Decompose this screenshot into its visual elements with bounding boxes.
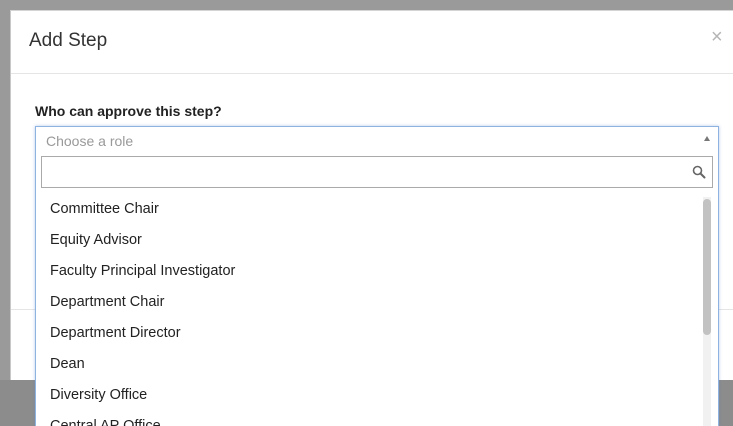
role-select-dropdown[interactable]: Choose a role Committee Chair Equity Adv… <box>35 126 719 426</box>
approver-question-label: Who can approve this step? <box>35 103 222 119</box>
role-search-field[interactable] <box>41 156 713 188</box>
scrollbar-thumb[interactable] <box>703 199 711 335</box>
options-scrollbar[interactable] <box>703 197 711 426</box>
modal-title: Add Step <box>29 30 108 51</box>
role-option[interactable]: Committee Chair <box>36 194 701 225</box>
role-search-input[interactable] <box>48 157 692 187</box>
role-option[interactable]: Dean <box>36 349 701 380</box>
search-icon <box>692 165 706 179</box>
role-option[interactable]: Equity Advisor <box>36 225 701 256</box>
role-select-placeholder[interactable]: Choose a role <box>46 133 133 149</box>
role-options-list: Committee Chair Equity Advisor Faculty P… <box>36 194 701 426</box>
caret-up-icon[interactable] <box>704 136 710 141</box>
role-option[interactable]: Central AP Office <box>36 411 701 426</box>
role-option[interactable]: Faculty Principal Investigator <box>36 256 701 287</box>
role-option[interactable]: Department Director <box>36 318 701 349</box>
role-option[interactable]: Diversity Office <box>36 380 701 411</box>
role-option[interactable]: Department Chair <box>36 287 701 318</box>
close-icon[interactable]: × <box>711 27 723 47</box>
modal-header: Add Step × <box>11 11 733 74</box>
